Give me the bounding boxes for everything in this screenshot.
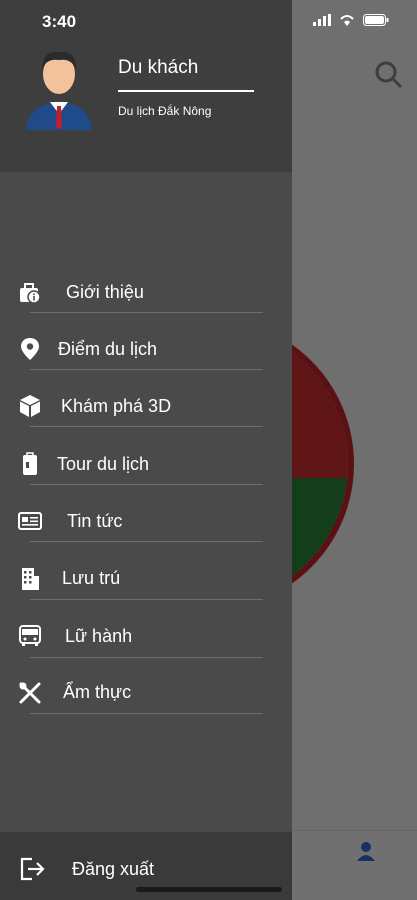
logout-icon [20, 857, 45, 881]
menu-divider [30, 657, 263, 658]
menu-label: Tour du lịch [57, 454, 150, 474]
wifi-icon [340, 15, 354, 26]
user-name: Du khách [118, 57, 199, 78]
menu-item-gioi-thieu[interactable]: Giới thiệu [0, 270, 292, 327]
menu-divider [30, 599, 263, 600]
suitcase-icon [23, 452, 37, 475]
menu-item-luu-tru[interactable]: Lưu trú [0, 556, 292, 613]
utensils-icon [19, 682, 41, 704]
menu-label: Tin tức [67, 511, 123, 531]
menu-divider [30, 312, 263, 313]
menu-item-kham-pha-3d[interactable]: Khám phá 3D [0, 384, 292, 441]
signal-icon [313, 14, 331, 26]
menu-label: Điểm du lịch [58, 339, 158, 359]
user-divider [118, 90, 254, 92]
avatar [26, 51, 92, 130]
menu-item-diem-du-lich[interactable]: Điểm du lịch [0, 327, 292, 384]
menu-item-am-thuc[interactable]: Ẩm thực [0, 670, 292, 727]
battery-icon [363, 14, 389, 26]
logout-label: Đăng xuất [72, 859, 155, 879]
menu-item-tin-tuc[interactable]: Tin tức [0, 498, 292, 555]
menu-divider [30, 541, 263, 542]
bus-icon [19, 625, 41, 646]
menu-divider [30, 713, 263, 714]
briefcase-info-icon [20, 283, 41, 304]
cube-icon [20, 395, 40, 417]
newspaper-icon [18, 512, 42, 530]
menu-item-tour-du-lich[interactable]: Tour du lịch [0, 441, 292, 498]
status-time: 3:40 [42, 12, 77, 31]
status-bar: 3:40 [0, 0, 417, 44]
menu-divider [30, 426, 263, 427]
menu-item-lu-hanh[interactable]: Lữ hành [0, 613, 292, 670]
menu-label: Lưu trú [62, 568, 121, 588]
menu-divider [30, 369, 263, 370]
user-subtitle: Du lịch Đắk Nông [118, 104, 212, 118]
map-pin-icon [21, 338, 39, 360]
hotel-icon [22, 568, 39, 590]
menu-label: Khám phá 3D [61, 396, 172, 416]
home-indicator[interactable] [136, 887, 282, 892]
navigation-drawer: Du khách Du lịch Đắk Nông Giới thiệu Điể… [0, 0, 292, 900]
menu-label: Ẩm thực [63, 682, 132, 702]
menu-divider [30, 484, 263, 485]
menu-label: Lữ hành [65, 626, 133, 646]
menu-label: Giới thiệu [66, 282, 144, 302]
